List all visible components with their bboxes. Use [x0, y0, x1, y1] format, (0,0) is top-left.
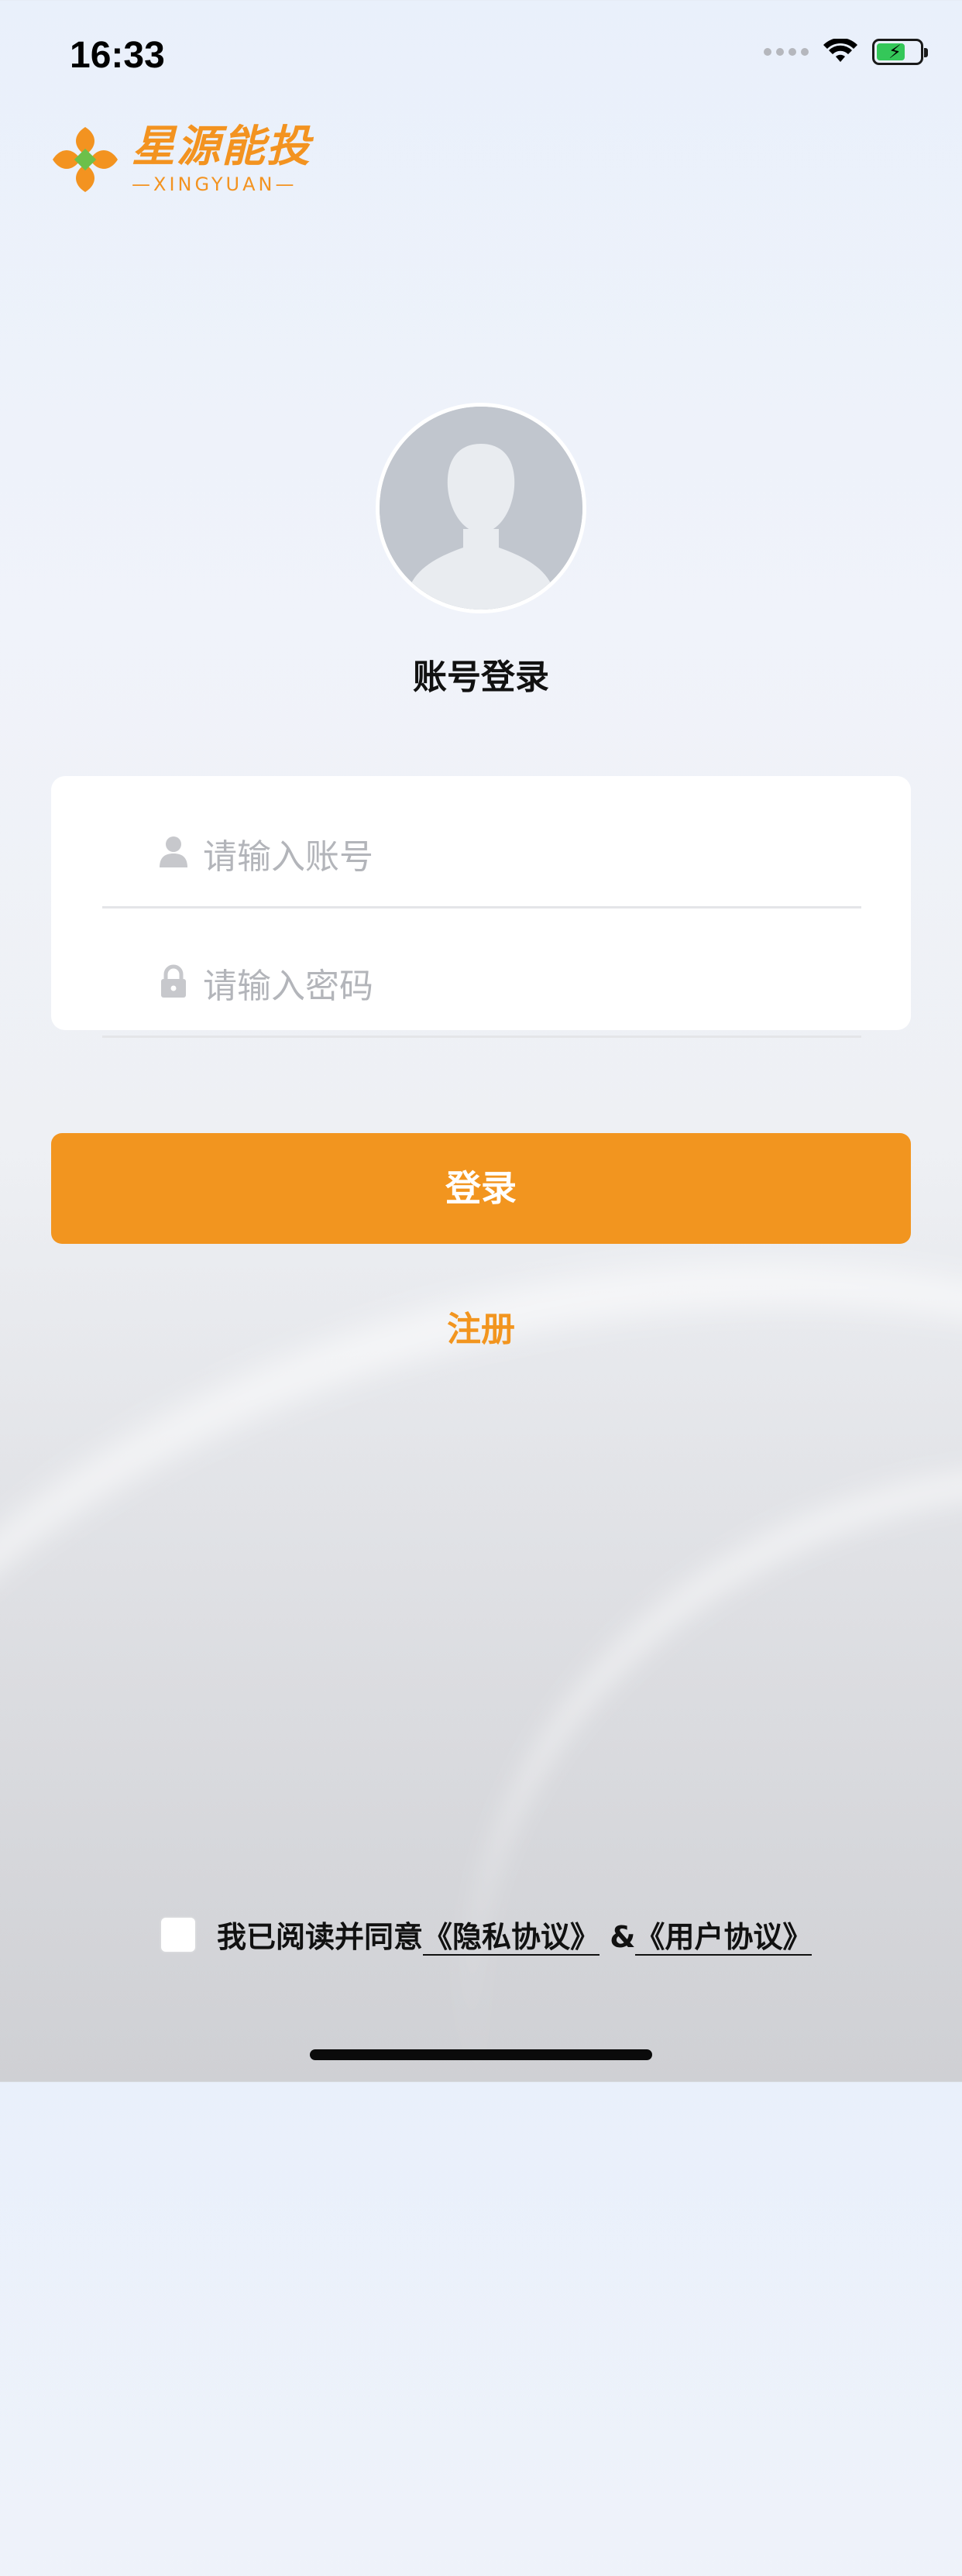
user-agreement-link[interactable]: 《用户协议》 [635, 1920, 813, 1956]
user-icon [160, 836, 187, 867]
agreement-checkbox[interactable] [160, 1915, 197, 1953]
lock-icon [161, 964, 186, 998]
password-input[interactable]: 请输入密码 [203, 958, 373, 1008]
password-field[interactable]: 请输入密码 [102, 919, 861, 1038]
avatar [376, 403, 586, 613]
privacy-policy-link[interactable]: 《隐私协议》 [423, 1920, 600, 1956]
login-form-card: 请输入账号 请输入密码 [51, 776, 911, 1038]
user-silhouette-icon [380, 407, 582, 610]
account-field[interactable]: 请输入账号 [102, 790, 861, 908]
logo-title: 星源能投 [132, 122, 311, 172]
page-title: 账号登录 [413, 658, 549, 697]
signal-icon [764, 48, 809, 56]
status-icons: ⚡ [764, 39, 928, 65]
logo-subtitle: —XINGYUAN— [132, 173, 297, 195]
login-button[interactable]: 登录 [51, 1133, 911, 1244]
app-logo: 星源能投 —XINGYUAN— [50, 124, 311, 195]
account-input[interactable]: 请输入账号 [203, 829, 373, 878]
home-indicator[interactable] [310, 2049, 652, 2060]
wifi-icon [823, 39, 857, 62]
register-link[interactable]: 注册 [0, 1301, 962, 1351]
agreement-text: 我已阅读并同意《隐私协议》 &《用户协议》 [217, 1913, 813, 1956]
agreement-joiner: & [610, 1920, 636, 1954]
agreement-row: 我已阅读并同意《隐私协议》 &《用户协议》 [160, 1913, 813, 1956]
status-time: 16:33 [70, 35, 165, 76]
agreement-prefix: 我已阅读并同意 [217, 1920, 424, 1954]
battery-icon: ⚡ [872, 39, 928, 65]
logo-mark-icon [53, 127, 118, 192]
